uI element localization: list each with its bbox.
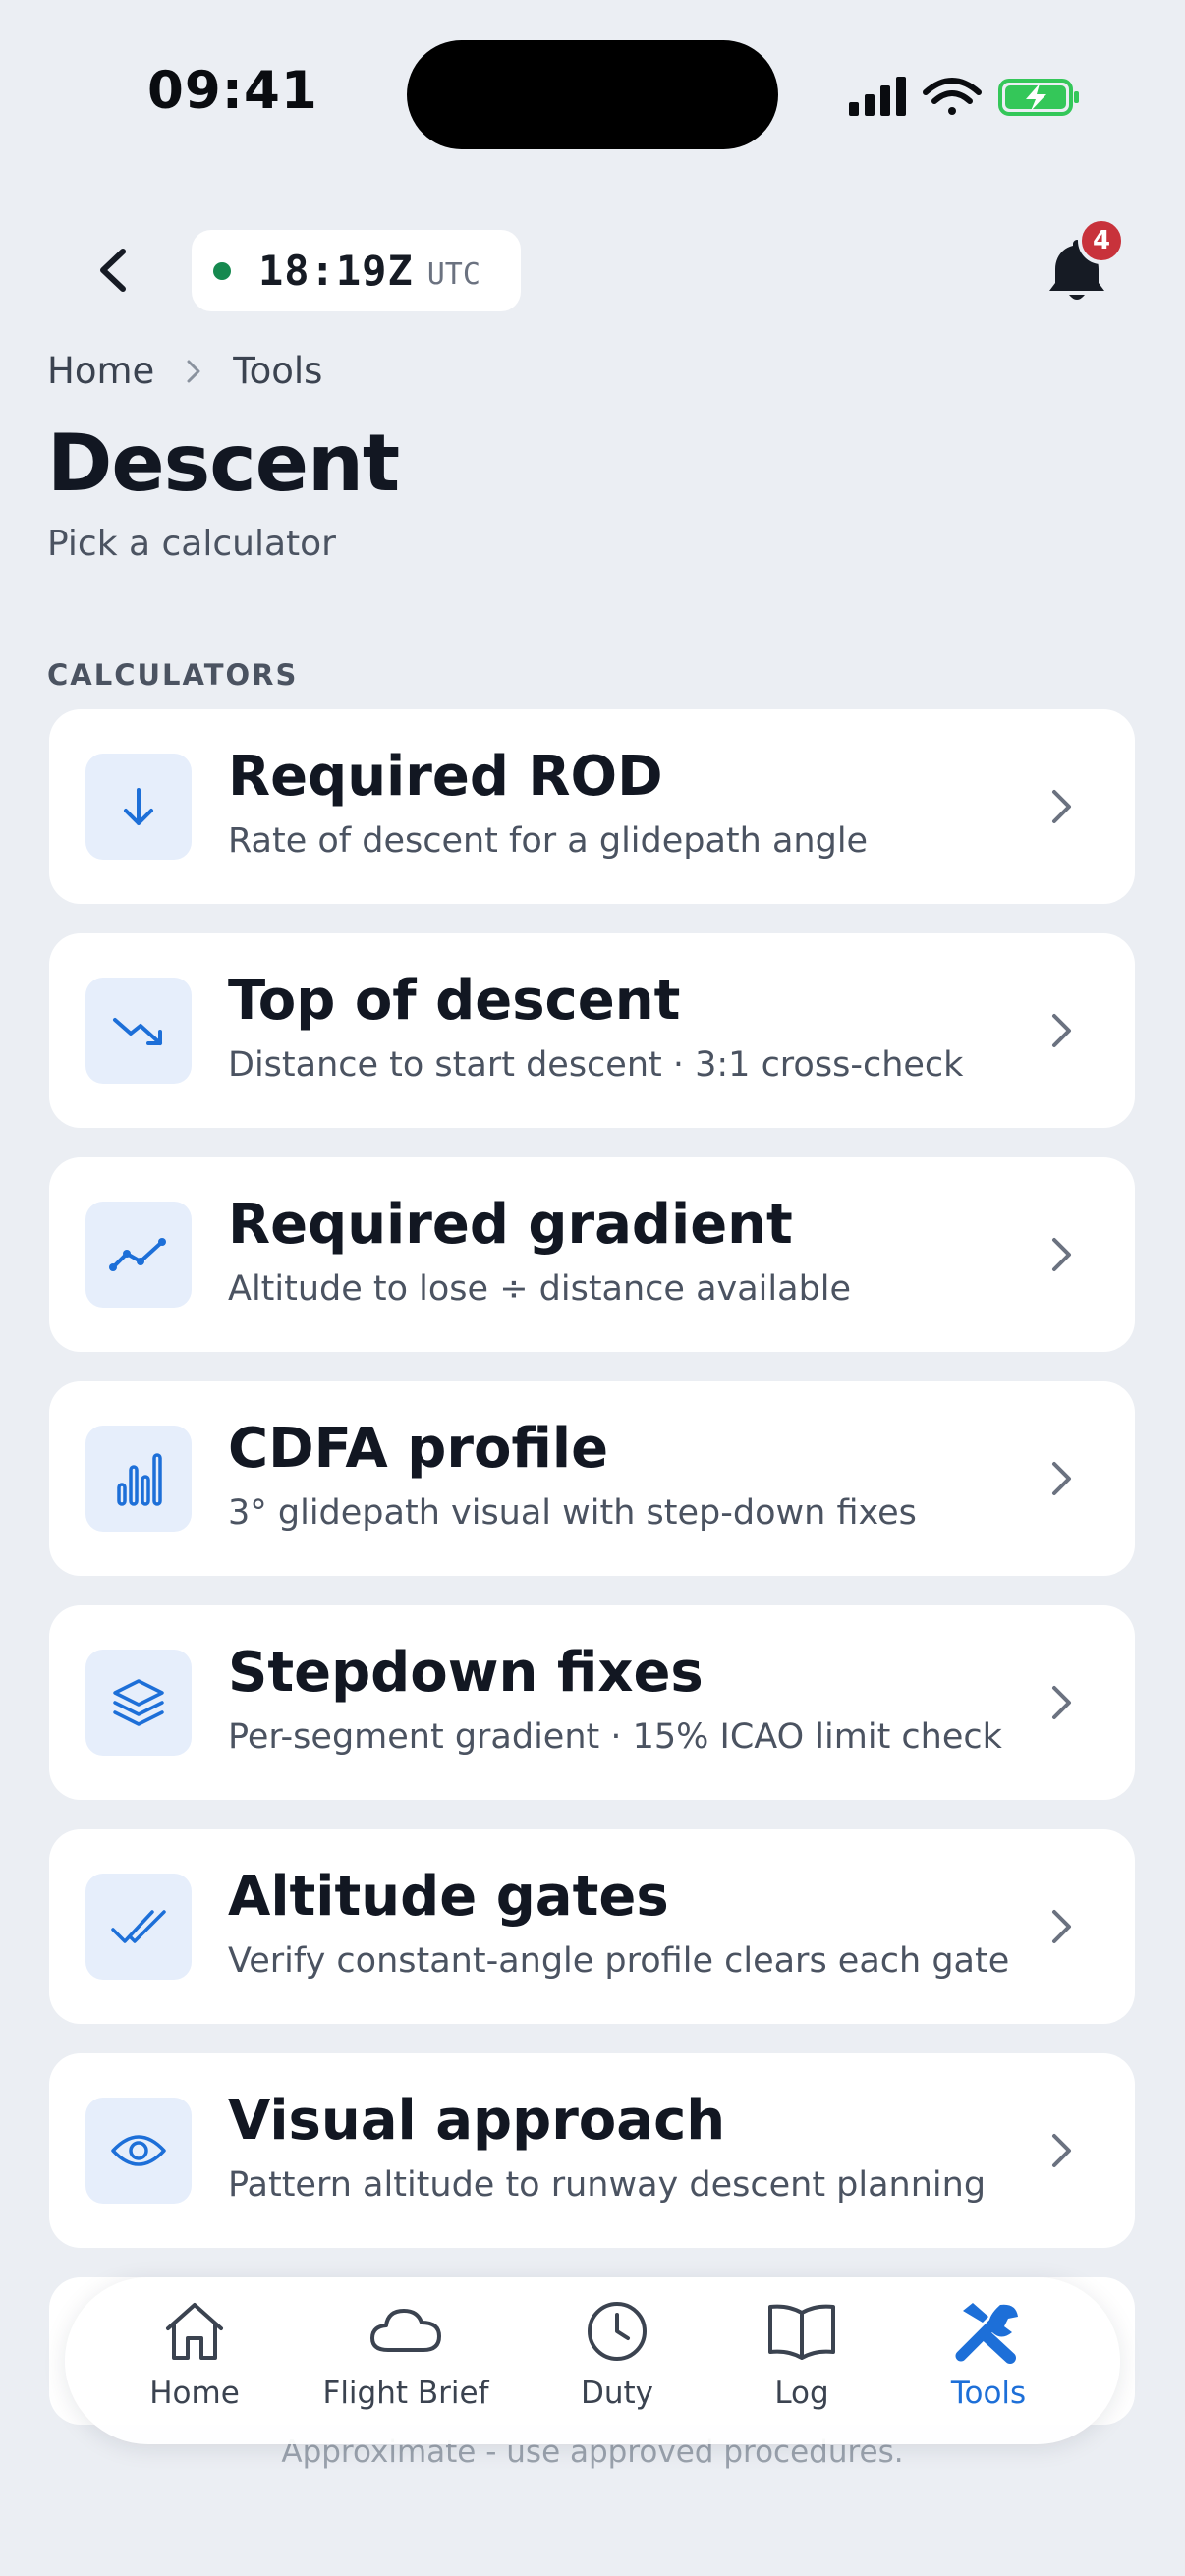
dynamic-island bbox=[407, 40, 778, 149]
book-open-icon bbox=[768, 2304, 835, 2360]
card-description: Altitude to lose ÷ distance available bbox=[228, 1269, 852, 1309]
nav-tab-tools[interactable]: Tools bbox=[890, 2295, 1087, 2433]
card-description: Per-segment gradient · 15% ICAO limit ch… bbox=[228, 1717, 1002, 1757]
nav-tab-duty[interactable]: Duty bbox=[519, 2295, 715, 2433]
chevron-right-icon bbox=[1052, 790, 1071, 823]
utc-clock: 18:19Z UTC bbox=[192, 230, 521, 311]
card-description: Rate of descent for a glidepath angle bbox=[228, 821, 869, 861]
chevron-right-icon bbox=[187, 360, 200, 382]
breadcrumb: Home Tools bbox=[47, 350, 322, 392]
calculator-card-altitude-gates[interactable]: Altitude gates Verify constant-angle pro… bbox=[49, 1829, 1135, 2024]
bottom-nav: Home Flight Brief Duty Log Tools bbox=[65, 2277, 1120, 2444]
chevron-right-icon bbox=[1052, 1686, 1071, 1719]
status-bar: 09:41 bbox=[0, 0, 1185, 187]
card-description: Distance to start descent · 3:1 cross-ch… bbox=[228, 1045, 964, 1085]
chevron-left-icon bbox=[100, 249, 126, 292]
nav-tab-flight-brief[interactable]: Flight Brief bbox=[308, 2295, 504, 2433]
double-check-icon bbox=[111, 1910, 166, 1943]
page-title: Descent bbox=[47, 418, 400, 509]
card-title: Top of descent bbox=[228, 969, 681, 1033]
clock-icon bbox=[588, 2302, 647, 2361]
card-description: Pattern altitude to runway descent plann… bbox=[228, 2165, 987, 2205]
home-icon bbox=[166, 2303, 223, 2360]
notification-badge: 4 bbox=[1078, 217, 1125, 264]
card-description: 3° glidepath visual with step-down fixes bbox=[228, 1493, 917, 1533]
nav-label: Home bbox=[149, 2376, 240, 2411]
page-subtitle: Pick a calculator bbox=[47, 524, 336, 564]
breadcrumb-home[interactable]: Home bbox=[47, 350, 154, 392]
nav-label: Flight Brief bbox=[322, 2376, 489, 2411]
wifi-icon bbox=[923, 78, 982, 115]
chevron-right-icon bbox=[1052, 1462, 1071, 1495]
line-chart-icon bbox=[109, 1238, 166, 1271]
nav-label: Tools bbox=[950, 2376, 1027, 2411]
status-icons bbox=[849, 77, 1079, 116]
card-title: Altitude gates bbox=[228, 1865, 669, 1929]
section-label: CALCULATORS bbox=[47, 658, 299, 692]
card-title: Required ROD bbox=[228, 745, 663, 809]
cloud-icon bbox=[370, 2309, 441, 2352]
arrow-down-icon bbox=[124, 788, 153, 825]
card-title: Visual approach bbox=[228, 2089, 726, 2153]
back-button[interactable] bbox=[79, 236, 147, 305]
status-dot bbox=[213, 261, 231, 280]
calculator-card-stepdown-fixes[interactable]: Stepdown fixes Per-segment gradient · 15… bbox=[49, 1605, 1135, 1800]
nav-tab-home[interactable]: Home bbox=[96, 2295, 293, 2433]
eye-icon bbox=[111, 2135, 166, 2166]
trend-down-icon bbox=[113, 1018, 162, 1045]
layers-icon bbox=[113, 1679, 164, 1726]
breadcrumb-current[interactable]: Tools bbox=[233, 350, 322, 392]
nav-label: Log bbox=[774, 2376, 829, 2411]
chevron-right-icon bbox=[1052, 1238, 1071, 1271]
card-title: CDFA profile bbox=[228, 1417, 609, 1481]
card-title: Required gradient bbox=[228, 1193, 793, 1257]
card-title: Stepdown fixes bbox=[228, 1641, 704, 1705]
card-description: Verify constant-angle profile clears eac… bbox=[228, 1941, 1010, 1981]
tools-icon bbox=[955, 2303, 1018, 2364]
calculator-card-required-rod[interactable]: Required ROD Rate of descent for a glide… bbox=[49, 709, 1135, 904]
battery-charging-icon bbox=[998, 79, 1079, 116]
chevron-right-icon bbox=[1052, 1910, 1071, 1943]
calculator-card-cdfa-profile[interactable]: CDFA profile 3° glidepath visual with st… bbox=[49, 1381, 1135, 1576]
chevron-right-icon bbox=[1052, 2134, 1071, 2167]
cellular-signal-icon bbox=[849, 77, 906, 116]
nav-tab-log[interactable]: Log bbox=[704, 2295, 900, 2433]
utc-time: 18:19Z bbox=[258, 247, 414, 295]
nav-label: Duty bbox=[580, 2376, 654, 2411]
bar-chart-icon bbox=[117, 1453, 162, 1506]
calculator-card-visual-approach[interactable]: Visual approach Pattern altitude to runw… bbox=[49, 2053, 1135, 2248]
calculator-card-required-gradient[interactable]: Required gradient Altitude to lose ÷ dis… bbox=[49, 1157, 1135, 1352]
chevron-right-icon bbox=[1052, 1014, 1071, 1047]
calculator-card-top-of-descent[interactable]: Top of descent Distance to start descent… bbox=[49, 933, 1135, 1128]
status-time: 09:41 bbox=[147, 61, 318, 121]
utc-label: UTC bbox=[426, 257, 480, 292]
